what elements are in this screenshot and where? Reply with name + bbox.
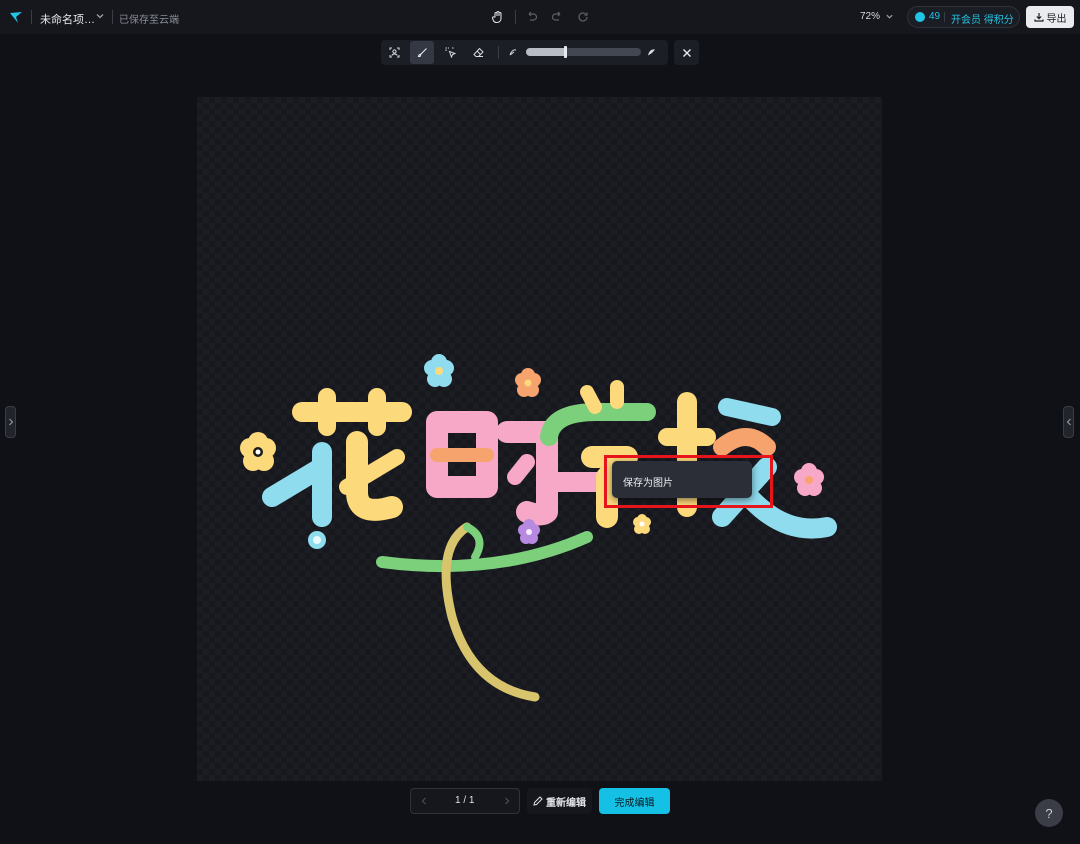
portrait-select-tool[interactable]	[382, 41, 406, 64]
close-icon	[682, 48, 691, 57]
brush-size-thumb[interactable]	[564, 46, 567, 58]
edit-icon	[533, 796, 543, 806]
hand-pan-icon[interactable]	[491, 10, 505, 24]
export-label: 导出	[1046, 13, 1067, 25]
left-panel-toggle[interactable]	[5, 406, 16, 438]
eraser-icon	[472, 47, 484, 57]
brush-small-icon	[509, 49, 516, 56]
membership-link[interactable]: 开会员 得积分	[951, 11, 1014, 26]
prev-page-icon[interactable]	[419, 796, 429, 806]
divider	[31, 10, 32, 24]
reedit-button[interactable]: 重新编辑	[527, 788, 592, 814]
divider	[515, 10, 516, 24]
undo-icon[interactable]	[525, 10, 539, 24]
points-icon	[915, 12, 925, 22]
project-name[interactable]: 未命名项…	[40, 11, 95, 27]
divider	[498, 46, 499, 59]
smart-select-icon	[445, 47, 456, 58]
points-count: 49	[929, 11, 941, 22]
help-button[interactable]: ?	[1035, 799, 1063, 827]
close-toolbar-button[interactable]	[674, 40, 699, 65]
save-status: 已保存至云端	[119, 15, 179, 26]
eraser-tool[interactable]	[466, 41, 490, 64]
chevron-right-icon	[8, 418, 13, 426]
export-button[interactable]: 导出	[1026, 6, 1074, 28]
reedit-label: 重新编辑	[546, 797, 586, 809]
brush-tool[interactable]	[410, 41, 434, 64]
chevron-down-icon[interactable]	[95, 11, 105, 21]
divider	[112, 10, 113, 24]
chevron-left-icon	[1066, 418, 1071, 426]
brush-size-fill	[526, 48, 565, 56]
chevron-down-icon[interactable]	[885, 12, 894, 21]
brush-icon	[417, 48, 427, 58]
smart-select-tool[interactable]	[438, 41, 462, 64]
divider	[944, 12, 945, 22]
brush-size-small[interactable]	[501, 41, 525, 64]
right-panel-toggle[interactable]	[1063, 406, 1074, 438]
artwork-image	[240, 354, 837, 702]
download-icon	[1033, 13, 1044, 22]
reset-icon[interactable]	[576, 10, 590, 24]
app-logo-icon[interactable]	[9, 10, 23, 24]
brush-large-icon	[647, 49, 655, 56]
highlight-box	[604, 455, 773, 508]
next-page-icon[interactable]	[502, 796, 512, 806]
portrait-select-icon	[389, 47, 399, 58]
brush-size-large[interactable]	[639, 41, 663, 64]
redo-icon[interactable]	[550, 10, 564, 24]
finish-edit-button[interactable]: 完成编辑	[599, 788, 670, 814]
zoom-level[interactable]: 72%	[860, 11, 880, 22]
page-indicator: 1 / 1	[455, 795, 475, 806]
